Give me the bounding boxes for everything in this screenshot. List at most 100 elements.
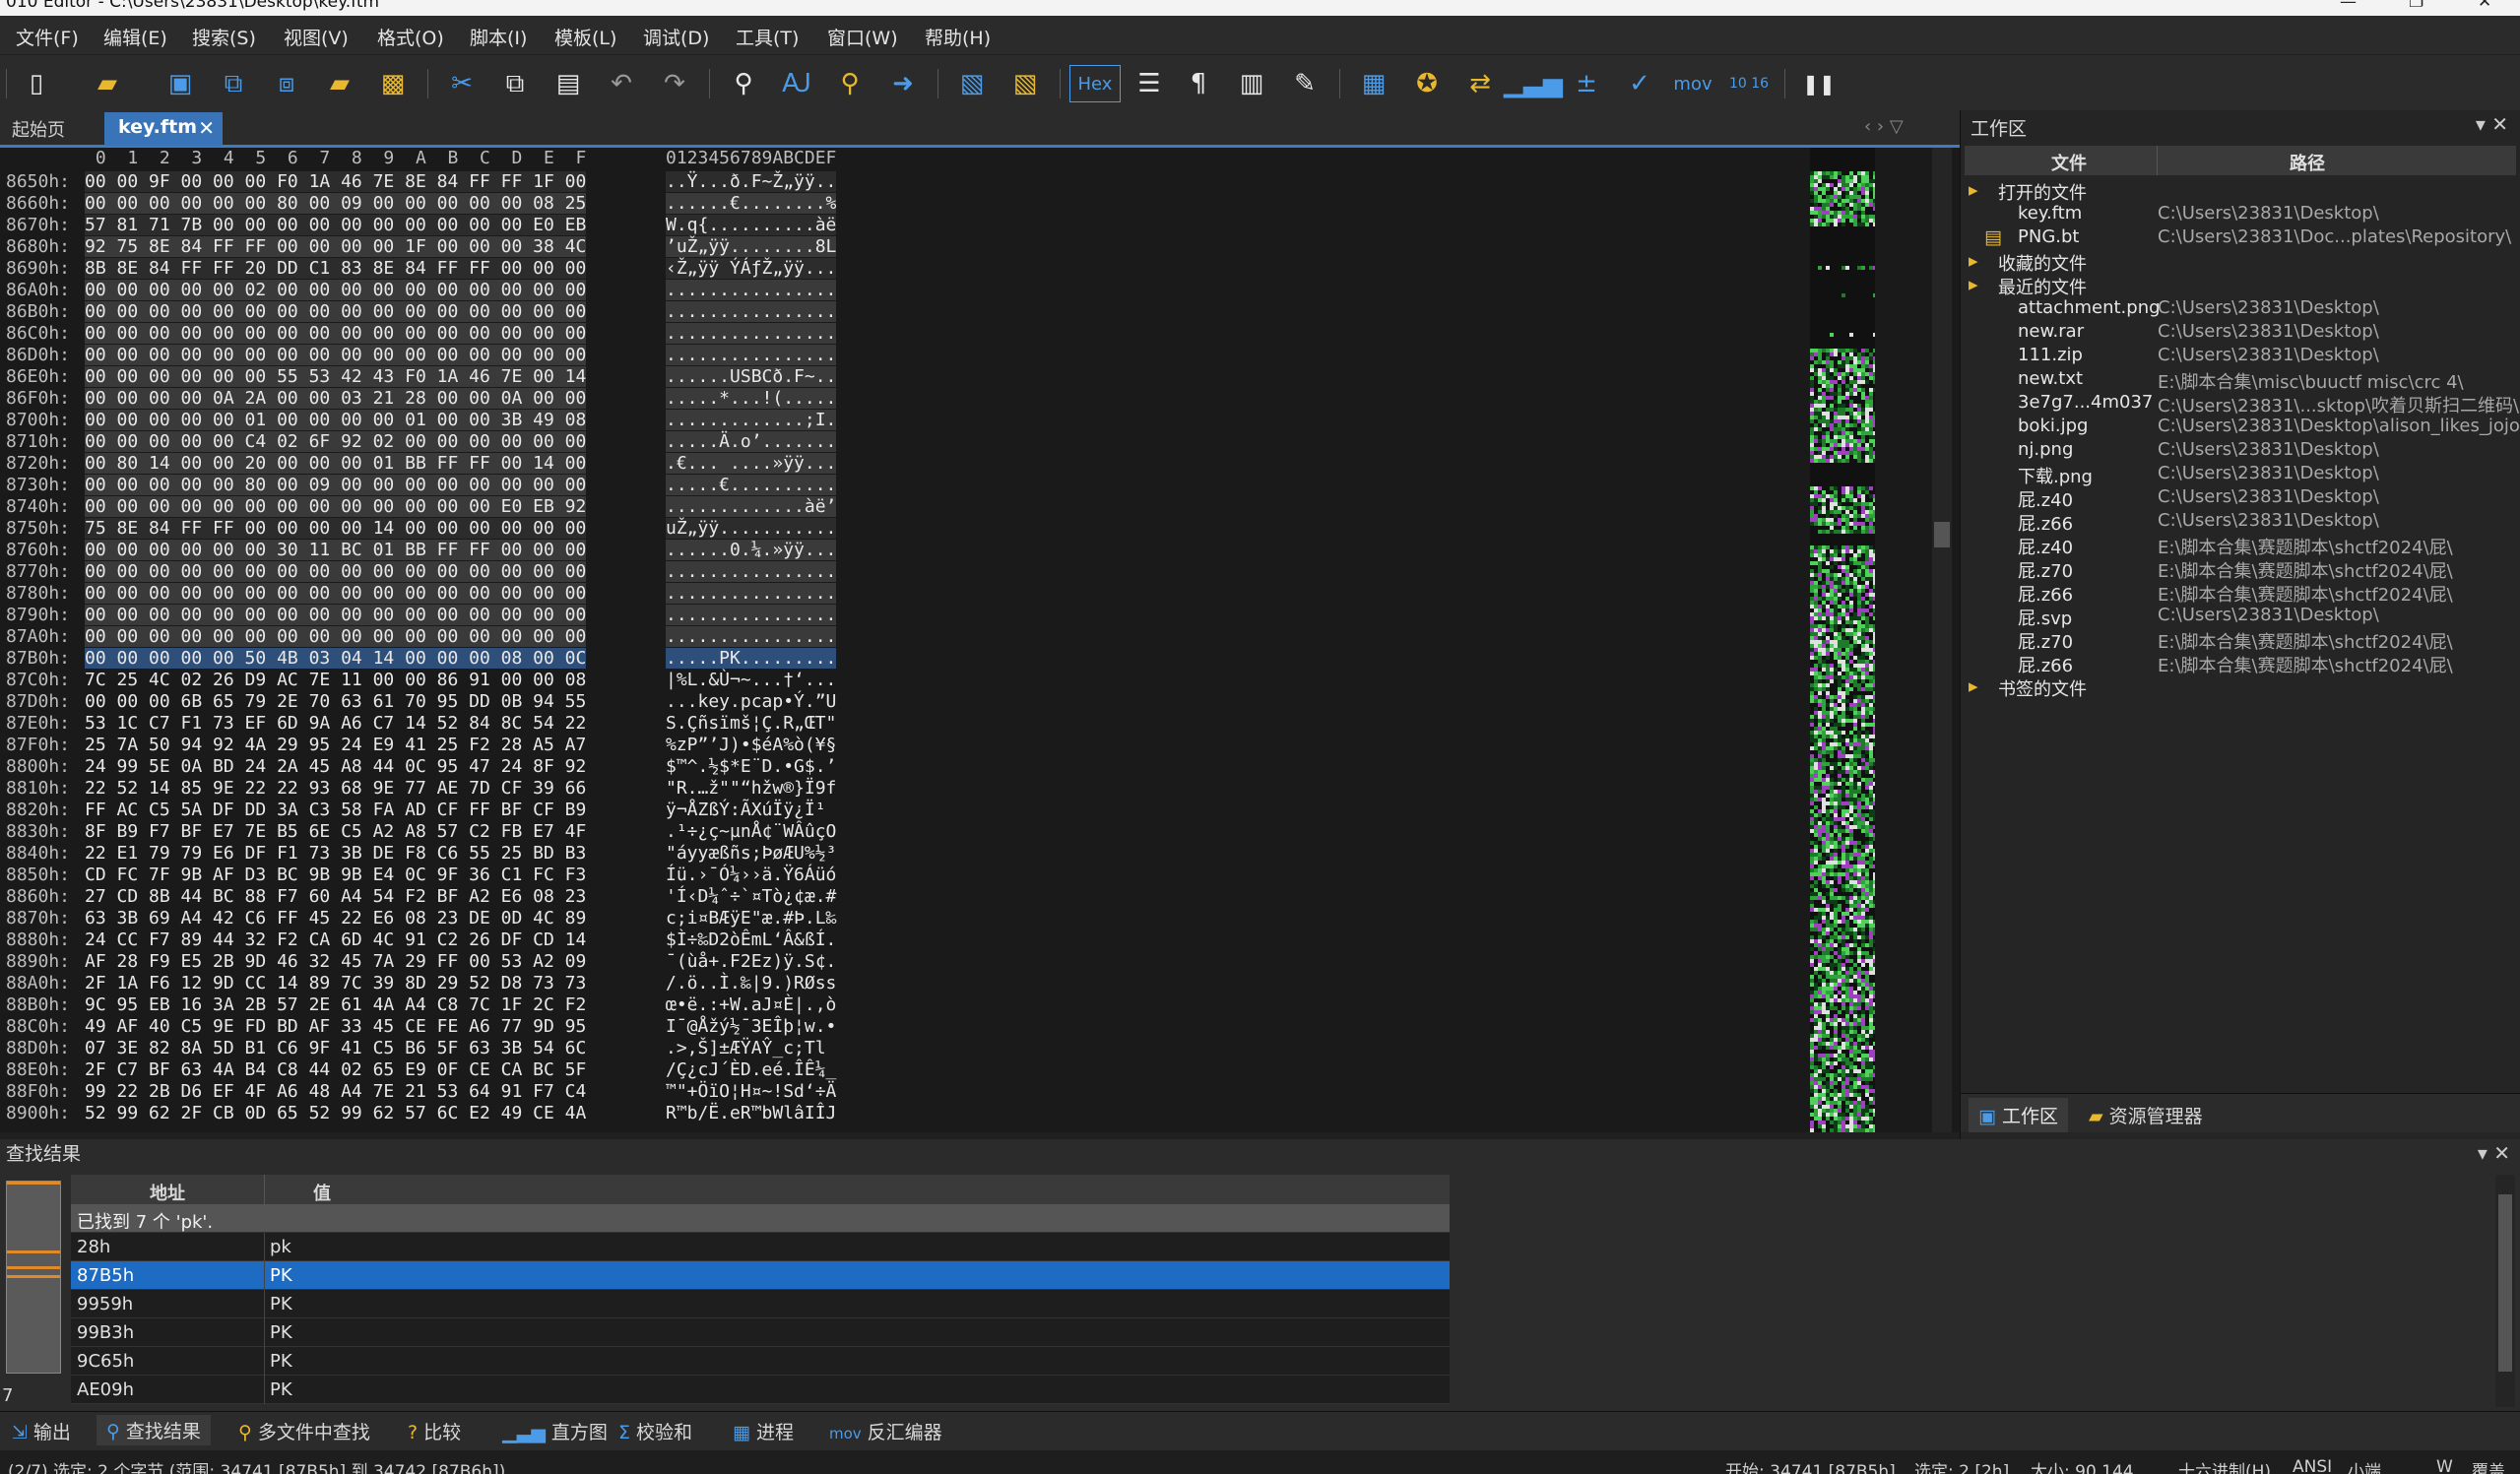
disassembler-button[interactable]: mov: [1673, 65, 1712, 102]
hex-row-bytes[interactable]: 00 00 00 00 00 00 00 00 00 00 00 00 00 0…: [85, 626, 587, 647]
hex-row-bytes[interactable]: 00 00 00 00 00 00 30 11 BC 01 BB FF FF 0…: [85, 540, 587, 560]
workspace-controls[interactable]: ▾ ✕: [2476, 112, 2508, 136]
workspace-folder[interactable]: ▸ 书签的文件: [1961, 675, 2520, 700]
hex-row-bytes[interactable]: 00 00 00 6B 65 79 2E 70 63 61 70 95 DD 0…: [85, 691, 586, 712]
find-result-row[interactable]: AE09h PK: [71, 1376, 1450, 1404]
hex-row-ascii[interactable]: ......USBCð.F~..: [666, 366, 837, 387]
hex-row-ascii[interactable]: .....PK.........: [666, 648, 837, 669]
hex-row-ascii[interactable]: ÿ¬ÅZßÝ:ÃXú­Ïÿ¿Ï¹: [666, 800, 826, 820]
tab-find-in-files[interactable]: ⚲ 多文件中查找: [238, 1418, 370, 1444]
hex-row-bytes[interactable]: 00 00 9F 00 00 00 F0 1A 46 7E 8E 84 FF F…: [85, 171, 587, 192]
hex-row-bytes[interactable]: 63 3B 69 A4 42 C6 FF 45 22 E6 08 23 DE 0…: [85, 908, 586, 929]
find-result-row[interactable]: 87B5h PK: [71, 1261, 1450, 1290]
status-mode[interactable]: 十六进制(H): [2178, 1457, 2271, 1474]
hex-row-bytes[interactable]: FF AC C5 5A DF DD 3A C3 58 FA AD CF FF B…: [85, 800, 586, 820]
hex-row-bytes[interactable]: 57 81 71 7B 00 00 00 00 00 00 00 00 00 0…: [85, 215, 587, 235]
workspace-folder[interactable]: ▸ 收藏的文件: [1961, 250, 2520, 275]
copy-icon[interactable]: ⧉: [496, 65, 534, 102]
hex-row-bytes[interactable]: 00 00 00 00 00 00 00 00 00 00 00 00 00 0…: [85, 345, 587, 365]
hex-row-bytes[interactable]: 00 00 00 00 00 00 00 00 00 00 00 00 00 0…: [85, 561, 587, 582]
find-result-row[interactable]: 9959h PK: [71, 1290, 1450, 1318]
hex-row-ascii[interactable]: uŽ„ÿÿ...........: [666, 518, 837, 539]
workspace-file[interactable]: 111.zip C:\Users\23831\Desktop\: [1961, 345, 2520, 368]
menu-format[interactable]: 格式(O): [377, 24, 444, 50]
hex-row-bytes[interactable]: 00 80 14 00 00 20 00 00 00 01 BB FF FF 0…: [85, 453, 587, 474]
replace-icon[interactable]: Ꜷ: [778, 65, 815, 102]
hex-row-ascii[interactable]: ................: [666, 345, 837, 365]
hex-row-ascii[interactable]: I¯@Åžý½¯3EÎþ¦w.•: [666, 1016, 836, 1037]
find-result-row[interactable]: 9C65h PK: [71, 1347, 1450, 1376]
hex-row-bytes[interactable]: 00 00 00 00 0A 2A 00 00 03 21 28 00 00 0…: [85, 388, 587, 409]
workspace-col-path[interactable]: 路径: [2290, 150, 2325, 175]
hex-row-ascii[interactable]: ...key.pcap•Ý.”U: [666, 691, 836, 712]
hex-row-ascii[interactable]: .............;I.: [666, 410, 837, 430]
hex-row-bytes[interactable]: 24 CC F7 89 44 32 F2 CA 6D 4C 91 C2 26 D…: [85, 929, 586, 950]
verify-icon[interactable]: ✓: [1621, 65, 1658, 102]
calculator-icon[interactable]: ▦: [1355, 65, 1392, 102]
paste-icon[interactable]: ▤: [549, 65, 587, 102]
menu-file[interactable]: 文件(F): [16, 24, 79, 50]
tab-key-ftm[interactable]: key.ftm ✕: [104, 112, 223, 146]
find-results-controls[interactable]: ▾ ✕: [2478, 1141, 2510, 1165]
hex-row-ascii[interactable]: .....€..........: [666, 475, 837, 495]
hex-row-ascii[interactable]: ’uŽ„ÿÿ........8L: [666, 236, 837, 257]
workspace-folder[interactable]: ▸ 打开的文件: [1961, 179, 2520, 204]
hex-row-bytes[interactable]: 00 00 00 00 00 80 00 09 00 00 00 00 00 0…: [85, 475, 587, 495]
status-overwrite[interactable]: 覆盖: [2472, 1457, 2505, 1474]
close-window-button[interactable]: ✕: [2478, 0, 2491, 12]
workspace-file[interactable]: key.ftm C:\Users\23831\Desktop\: [1961, 203, 2520, 226]
menu-template[interactable]: 模板(L): [554, 24, 616, 50]
tab-histogram[interactable]: ▁▃▅ 直方图: [502, 1418, 608, 1444]
workspace-file[interactable]: new.rar C:\Users\23831\Desktop\: [1961, 321, 2520, 345]
undo-icon[interactable]: ↶: [603, 65, 640, 102]
hex-row-bytes[interactable]: 75 8E 84 FF FF 00 00 00 00 14 00 00 00 0…: [85, 518, 587, 539]
tab-nav-icons[interactable]: ‹ › ▽: [1864, 116, 1904, 137]
template-run-icon[interactable]: ▧: [953, 65, 991, 102]
workspace-folder[interactable]: ▸ 最近的文件: [1961, 274, 2520, 298]
file-minimap[interactable]: [1810, 148, 1875, 1132]
hex-row-bytes[interactable]: 00 00 00 00 00 00 00 00 00 00 00 00 00 0…: [85, 301, 587, 322]
col-value[interactable]: 值: [313, 1180, 331, 1205]
save-all-icon[interactable]: ⧈: [268, 65, 305, 102]
base-convert-button[interactable]: 10 16: [1727, 65, 1771, 102]
hex-row-bytes[interactable]: 53 1C C7 F1 73 EF 6D 9A A6 C7 14 52 84 8…: [85, 713, 586, 734]
tab-find-results[interactable]: ⚲ 查找结果: [97, 1415, 211, 1445]
status-endian[interactable]: 小端: [2348, 1457, 2381, 1474]
hex-row-bytes[interactable]: 2F 1A F6 12 9D CC 14 89 7C 39 8D 29 52 D…: [85, 973, 586, 993]
hex-row-ascii[interactable]: %zP”’J)•$éA%ò(¥§: [666, 735, 836, 755]
hex-row-ascii[interactable]: œ•ë.:+W.aJ¤È|.,ò: [666, 994, 836, 1015]
hex-row-ascii[interactable]: ................: [666, 280, 837, 300]
menu-debug[interactable]: 调试(D): [643, 24, 709, 50]
menu-edit[interactable]: 编辑(E): [103, 24, 167, 50]
find-result-rows[interactable]: 28h pk 87B5h PK 9959h PK 99B3h PK 9C65h PK AE09h PK: [71, 1233, 1450, 1404]
hex-row-ascii[interactable]: Íü.›¯Ó¼››ä.Ÿ6Áüó: [666, 865, 836, 885]
tab-explorer[interactable]: ▰ 资源管理器: [2089, 1102, 2203, 1128]
checksum-icon[interactable]: ±: [1568, 65, 1605, 102]
hex-row-ascii[interactable]: ......0.¼.»ÿÿ...: [666, 540, 837, 560]
hex-row-ascii[interactable]: 'Í‹D¼ˆ÷`¤Tò¿¢æ.#: [666, 886, 836, 907]
hex-row-bytes[interactable]: 25 7A 50 94 92 4A 29 95 24 E9 41 25 F2 2…: [85, 735, 586, 755]
find-results-map[interactable]: [6, 1181, 61, 1374]
hex-row-ascii[interactable]: c;i¤BÆÿE"æ.#Þ.L‰: [666, 908, 836, 929]
workspace-file[interactable]: boki.jpg C:\Users\23831\Desktop\alison_li…: [1961, 416, 2520, 439]
hex-scrollbar[interactable]: [1932, 148, 1952, 1132]
hex-row-ascii[interactable]: .€... ....»ÿÿ...: [666, 453, 837, 474]
hex-row-bytes[interactable]: CD FC 7F 9B AF D3 BC 9B 9B E4 0C 9F 36 C…: [85, 865, 586, 885]
maximize-button[interactable]: ❐: [2409, 0, 2423, 12]
hex-row-bytes[interactable]: 00 00 00 00 00 50 4B 03 04 14 00 00 00 0…: [85, 648, 587, 669]
hex-row-ascii[interactable]: |%L.&Ù¬~...†‘...: [666, 670, 836, 690]
workspace-file[interactable]: attachment.png C:\Users\23831\Desktop\: [1961, 297, 2520, 321]
hex-row-bytes[interactable]: 00 00 00 00 00 00 00 00 00 00 00 00 00 0…: [85, 323, 587, 344]
goto-icon[interactable]: ➜: [884, 65, 922, 102]
workspace-file[interactable]: 屁.z66 C:\Users\23831\Desktop\: [1961, 510, 2520, 535]
hex-row-ascii[interactable]: "R.…ž""“hžw®}Ï9f: [666, 778, 836, 799]
open-file-icon[interactable]: ▰: [89, 65, 126, 102]
hex-row-ascii[interactable]: W.q{..........àë: [666, 215, 837, 235]
workspace-file[interactable]: 屁.z70 E:\脚本合集\赛题脚本\shctf2024\屁\: [1961, 628, 2520, 653]
workspace-file[interactable]: 下载.png C:\Users\23831\Desktop\: [1961, 463, 2520, 487]
workspace-file[interactable]: 屁.z70 E:\脚本合集\赛题脚本\shctf2024\屁\: [1961, 557, 2520, 582]
hex-row-ascii[interactable]: S.Çñsïmš¦Ç.R„ŒT": [666, 713, 836, 734]
script-run-icon[interactable]: ▧: [1006, 65, 1044, 102]
hex-row-bytes[interactable]: 9C 95 EB 16 3A 2B 57 2E 61 4A A4 C8 7C 1…: [85, 994, 586, 1015]
hex-scroll-thumb[interactable]: [1934, 522, 1950, 547]
